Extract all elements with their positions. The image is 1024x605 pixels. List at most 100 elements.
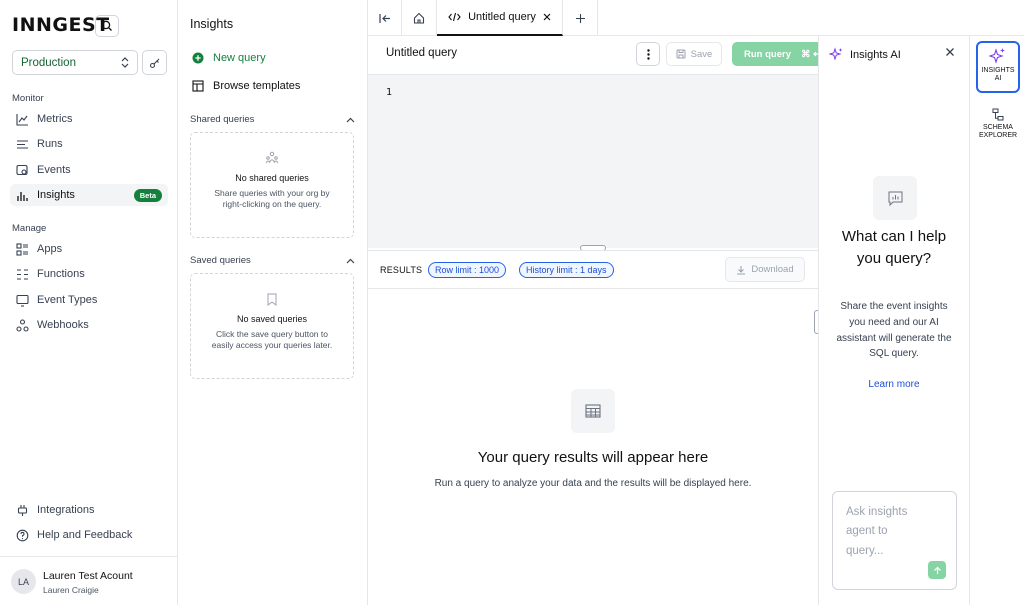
- shared-queries-title: Shared queries: [190, 114, 255, 125]
- nav-item-event-types[interactable]: Event Types: [10, 289, 168, 311]
- ai-panel-header: Insights AI: [829, 47, 901, 62]
- rail-label: SCHEMA EXPLORER: [978, 124, 1018, 140]
- nav-item-label: Events: [37, 164, 71, 176]
- ai-question: What can I help you query?: [841, 228, 947, 267]
- plug-icon: [17, 504, 28, 516]
- nav-item-label: Help and Feedback: [37, 529, 133, 541]
- home-tab[interactable]: [402, 0, 437, 36]
- help-icon: [16, 529, 29, 541]
- new-query-button[interactable]: New query: [192, 52, 266, 64]
- chart-line-icon: [16, 113, 28, 126]
- nav-item-metrics[interactable]: Metrics: [10, 108, 168, 130]
- run-label: Run query: [744, 48, 791, 60]
- nav-item-label: Runs: [37, 138, 63, 150]
- plus-icon: [575, 13, 585, 23]
- plus-circle-icon: [192, 52, 204, 64]
- webhooks-icon: [16, 318, 29, 332]
- schema-explorer-rail-button[interactable]: SCHEMA EXPLORER: [976, 108, 1020, 140]
- learn-more-link[interactable]: Learn more: [831, 379, 957, 390]
- shared-empty-desc: Share queries with your org by right-cli…: [214, 188, 330, 210]
- saved-queries-header[interactable]: Saved queries: [190, 255, 355, 266]
- saved-empty-desc: Click the save query button to easily ac…: [211, 329, 333, 351]
- bookmark-icon: [267, 293, 277, 306]
- user-org: Lauren Craigie: [43, 585, 99, 595]
- results-panel: RESULTS Row limit : 1000 History limit :…: [368, 250, 820, 605]
- ai-prompt-input[interactable]: Ask insights agent to query...: [832, 491, 957, 590]
- code-editor[interactable]: 1: [368, 74, 818, 248]
- ai-prompt-placeholder: Ask insights agent to query...: [846, 506, 908, 557]
- line-number: 1: [386, 87, 393, 98]
- home-icon: [413, 12, 425, 24]
- history-limit-pill[interactable]: History limit : 1 days: [519, 262, 614, 278]
- results-label: RESULTS: [380, 265, 423, 275]
- query-tab-bar: Untitled query: [368, 0, 1024, 36]
- results-empty-desc: Run a query to analyze your data and the…: [434, 478, 752, 489]
- ai-panel-title: Insights AI: [850, 48, 901, 61]
- events-icon: [16, 164, 28, 175]
- send-button[interactable]: [928, 561, 946, 579]
- sparkles-icon: [829, 47, 843, 61]
- user-menu[interactable]: LA Lauren Test Acount Lauren Craigie: [0, 556, 178, 605]
- sidebar-title: Insights: [190, 17, 234, 31]
- collapse-left-icon: [378, 13, 390, 23]
- chat-chart-icon: [888, 191, 902, 206]
- save-button[interactable]: Save: [666, 42, 722, 66]
- event-types-icon: [16, 294, 29, 307]
- insights-ai-panel: Insights AI What can I help you query? S…: [818, 36, 969, 605]
- tab-label: Untitled query: [468, 11, 536, 23]
- add-tab-button[interactable]: [563, 0, 598, 36]
- results-empty-icon-box: [571, 389, 615, 433]
- nav-item-label: Event Types: [37, 294, 98, 306]
- list-icon: [17, 139, 28, 149]
- nav-item-runs[interactable]: Runs: [10, 133, 168, 155]
- keys-button[interactable]: [142, 50, 167, 75]
- run-query-button[interactable]: Run query ⌘ ↵: [732, 42, 818, 66]
- nav-item-events[interactable]: Events: [10, 159, 168, 181]
- nav-item-integrations[interactable]: Integrations: [10, 499, 168, 521]
- nav-section-monitor: Monitor: [12, 93, 44, 104]
- download-label: Download: [751, 264, 794, 275]
- rail-label: INSIGHTS AI: [981, 67, 1015, 83]
- insights-ai-rail-button[interactable]: INSIGHTS AI: [976, 41, 1020, 93]
- apps-icon: [16, 242, 28, 256]
- shared-queries-header[interactable]: Shared queries: [190, 114, 355, 125]
- browse-templates-button[interactable]: Browse templates: [192, 80, 300, 92]
- nav-item-insights[interactable]: Insights Beta: [10, 184, 168, 206]
- save-label: Save: [690, 48, 713, 60]
- avatar: LA: [11, 569, 36, 594]
- main-navigation: INNGEST Production Monitor Metrics Runs …: [0, 0, 178, 605]
- row-limit-pill[interactable]: Row limit : 1000: [428, 262, 507, 278]
- close-icon[interactable]: [543, 13, 551, 21]
- collapse-sidebar-button[interactable]: [368, 0, 402, 36]
- nav-item-label: Metrics: [37, 113, 73, 125]
- environment-select[interactable]: Production: [12, 50, 138, 75]
- download-button[interactable]: Download: [725, 257, 805, 282]
- saved-queries-empty: No saved queries Click the save query bu…: [190, 273, 354, 379]
- saved-empty-title: No saved queries: [236, 314, 308, 324]
- right-tool-rail: INSIGHTS AI SCHEMA EXPLORER: [969, 36, 1024, 605]
- tab-untitled-query[interactable]: Untitled query: [437, 0, 563, 36]
- nav-item-functions[interactable]: Functions: [10, 263, 168, 285]
- close-ai-panel-button[interactable]: [945, 47, 955, 57]
- nav-item-webhooks[interactable]: Webhooks: [10, 314, 168, 336]
- chevron-up-icon: [346, 117, 355, 122]
- ai-empty-icon-box: [873, 176, 917, 220]
- environment-value: Production: [21, 56, 76, 69]
- beta-badge: Beta: [133, 188, 162, 202]
- new-query-label: New query: [213, 52, 266, 64]
- query-editor: Untitled query Save Run query ⌘ ↵ 1: [368, 36, 818, 251]
- search-button[interactable]: [95, 15, 119, 37]
- nav-section-manage: Manage: [12, 223, 47, 234]
- chevron-up-down-icon: [121, 57, 129, 68]
- insights-sidebar: Insights New query Browse templates Shar…: [178, 0, 368, 605]
- more-options-button[interactable]: [636, 42, 660, 66]
- browse-templates-label: Browse templates: [213, 80, 301, 92]
- close-icon: [946, 48, 954, 56]
- code-icon: [448, 12, 461, 22]
- query-title[interactable]: Untitled query: [386, 47, 457, 59]
- shared-empty-title: No shared queries: [235, 173, 309, 183]
- results-empty-title: Your query results will appear here: [477, 449, 709, 466]
- nav-item-apps[interactable]: Apps: [10, 238, 168, 260]
- schema-tree-icon: [992, 108, 1003, 121]
- nav-item-help[interactable]: Help and Feedback: [10, 524, 168, 546]
